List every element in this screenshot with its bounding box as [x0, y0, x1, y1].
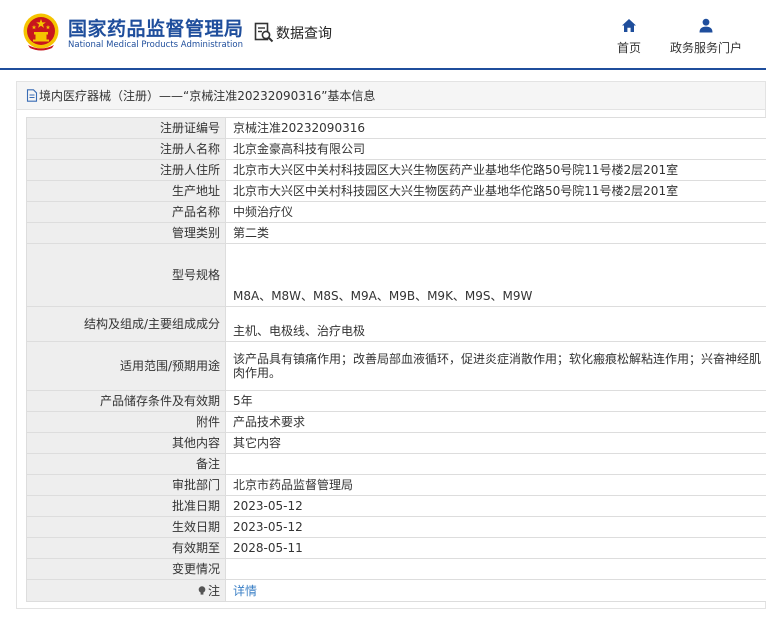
field-value: 北京市药品监督管理局 — [225, 474, 766, 496]
header-divider — [0, 68, 766, 70]
detail-panel: 境内医疗器械（注册）——“京械注准20232090316”基本信息 注册证编号 … — [16, 81, 766, 609]
table-row: 结构及组成/主要组成成分 主机、电极线、治疗电极 — [26, 306, 766, 342]
site-header: 国家药品监督管理局 National Medical Products Admi… — [0, 0, 766, 68]
table-row: 附件 产品技术要求 — [26, 411, 766, 433]
home-icon — [622, 19, 636, 32]
field-label: 适用范围/预期用途 — [26, 341, 226, 391]
table-row: 适用范围/预期用途 该产品具有镇痛作用；改善局部血液循环，促进炎症消散作用；软化… — [26, 341, 766, 391]
table-row: 产品名称 中频治疗仪 — [26, 201, 766, 223]
note-label-cell: 注 — [26, 579, 226, 602]
search-document-icon — [254, 22, 274, 43]
field-value: 5年 — [225, 390, 766, 412]
national-emblem-icon — [23, 13, 59, 51]
nav-service-portal[interactable]: 政务服务门户 — [666, 18, 746, 56]
field-label: 产品名称 — [26, 201, 226, 223]
field-value: 2028-05-11 — [225, 537, 766, 559]
table-row: 有效期至 2028-05-11 — [26, 537, 766, 559]
table-row: 审批部门 北京市药品监督管理局 — [26, 474, 766, 496]
field-value: 北京金豪高科技有限公司 — [225, 138, 766, 160]
field-value: 中频治疗仪 — [225, 201, 766, 223]
table-row: 管理类别 第二类 — [26, 222, 766, 244]
field-value: 2023-05-12 — [225, 495, 766, 517]
field-label: 注册人住所 — [26, 159, 226, 181]
data-query-link[interactable]: 数据查询 — [254, 22, 332, 44]
field-value: 北京市大兴区中关村科技园区大兴生物医药产业基地华佗路50号院11号楼2层201室 — [225, 180, 766, 202]
nav-home-label: 首页 — [616, 41, 641, 55]
note-value-cell: 详情 — [225, 579, 766, 602]
field-label: 注册证编号 — [26, 117, 226, 139]
field-value: 该产品具有镇痛作用；改善局部血液循环，促进炎症消散作用；软化瘢痕松解粘连作用；兴… — [225, 341, 766, 391]
field-label: 生产地址 — [26, 180, 226, 202]
field-label: 变更情况 — [26, 558, 226, 580]
field-label: 管理类别 — [26, 222, 226, 244]
field-label: 其他内容 — [26, 432, 226, 454]
field-value: 京械注准20232090316 — [225, 117, 766, 139]
info-table: 注册证编号 京械注准20232090316 注册人名称 北京金豪高科技有限公司 … — [26, 117, 766, 602]
table-row: 注册人名称 北京金豪高科技有限公司 — [26, 138, 766, 160]
field-label: 生效日期 — [26, 516, 226, 538]
field-label: 注册人名称 — [26, 138, 226, 160]
nav-service-label: 政务服务门户 — [669, 41, 742, 55]
table-row: 型号规格 M8A、M8W、M8S、M9A、M9B、M9K、M9S、M9W — [26, 243, 766, 307]
site-title: 国家药品监督管理局 — [68, 18, 244, 40]
field-value: 主机、电极线、治疗电极 — [225, 306, 766, 342]
field-value: 产品技术要求 — [225, 411, 766, 433]
nav-home[interactable]: 首页 — [612, 18, 646, 56]
user-icon — [699, 18, 713, 33]
field-value: 2023-05-12 — [225, 516, 766, 538]
field-label: 有效期至 — [26, 537, 226, 559]
field-value — [225, 453, 766, 475]
table-row: 批准日期 2023-05-12 — [26, 495, 766, 517]
data-query-label: 数据查询 — [276, 26, 332, 42]
table-row: 备注 — [26, 453, 766, 475]
field-label: 批准日期 — [26, 495, 226, 517]
field-label: 审批部门 — [26, 474, 226, 496]
field-value — [225, 558, 766, 580]
panel-title: 境内医疗器械（注册）——“京械注准20232090316”基本信息 — [39, 89, 376, 103]
table-row: 生产地址 北京市大兴区中关村科技园区大兴生物医药产业基地华佗路50号院11号楼2… — [26, 180, 766, 202]
field-label: 备注 — [26, 453, 226, 475]
table-row: 注册人住所 北京市大兴区中关村科技园区大兴生物医药产业基地华佗路50号院11号楼… — [26, 159, 766, 181]
field-value: 第二类 — [225, 222, 766, 244]
field-label: 型号规格 — [26, 243, 226, 307]
details-link[interactable]: 详情 — [233, 584, 257, 598]
field-label: 注 — [207, 583, 220, 598]
field-value: 其它内容 — [225, 432, 766, 454]
document-icon — [26, 89, 38, 102]
table-row: 注册证编号 京械注准20232090316 — [26, 117, 766, 139]
field-label: 附件 — [26, 411, 226, 433]
site-subtitle: National Medical Products Administration — [68, 40, 243, 50]
table-row: 变更情况 — [26, 558, 766, 580]
table-row: 注 详情 — [26, 579, 766, 602]
table-row: 其他内容 其它内容 — [26, 432, 766, 454]
field-label: 产品储存条件及有效期 — [26, 390, 226, 412]
table-row: 产品储存条件及有效期 5年 — [26, 390, 766, 412]
field-label: 结构及组成/主要组成成分 — [26, 306, 226, 342]
table-row: 生效日期 2023-05-12 — [26, 516, 766, 538]
field-value: 北京市大兴区中关村科技园区大兴生物医药产业基地华佗路50号院11号楼2层201室 — [225, 159, 766, 181]
lightbulb-icon — [198, 585, 206, 595]
panel-header: 境内医疗器械（注册）——“京械注准20232090316”基本信息 — [17, 82, 765, 110]
field-value: M8A、M8W、M8S、M9A、M9B、M9K、M9S、M9W — [225, 243, 766, 307]
